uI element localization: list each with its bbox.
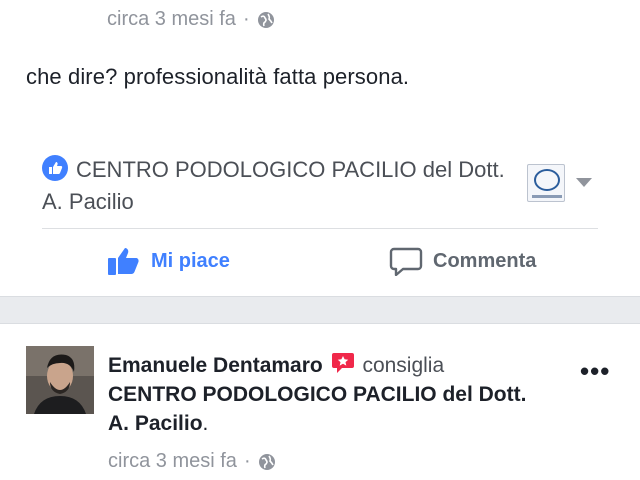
page-reference[interactable]: CENTRO PODOLOGICO PACILIO del Dott. A. P… — [42, 154, 512, 218]
like-button[interactable]: Mi piace — [107, 246, 230, 276]
thumbs-up-icon — [108, 248, 139, 275]
post-timestamp[interactable]: circa 3 mesi fa — [108, 450, 237, 473]
post-text: che dire? professionalità fatta persona. — [26, 64, 410, 89]
page-name-link[interactable]: CENTRO PODOLOGICO PACILIO del Dott. A. P… — [42, 157, 505, 214]
comment-button-label: Commenta — [433, 249, 537, 272]
feed-separator — [0, 296, 640, 324]
post-meta: circa 3 mesi fa · — [108, 450, 276, 473]
avatar[interactable] — [26, 346, 94, 414]
divider — [42, 228, 598, 229]
page-thumbnail[interactable] — [527, 164, 565, 202]
post-timestamp[interactable]: circa 3 mesi fa — [107, 8, 236, 31]
comment-button[interactable]: Commenta — [389, 246, 536, 276]
recommendation-icon — [331, 352, 355, 374]
recommendation-verb: consiglia — [362, 354, 445, 377]
recommended-page-link[interactable]: CENTRO PODOLOGICO PACILIO del Dott. A. P… — [108, 383, 526, 435]
post-meta: circa 3 mesi fa · — [107, 8, 275, 31]
like-button-label: Mi piace — [151, 249, 230, 272]
globe-icon — [258, 453, 276, 471]
author-name[interactable]: Emanuele Dentamaro — [108, 354, 323, 377]
meta-separator: · — [243, 450, 251, 472]
like-badge-icon — [42, 155, 68, 181]
globe-icon — [257, 11, 275, 29]
sentence-period: . — [202, 412, 209, 435]
meta-separator: · — [242, 8, 250, 30]
more-options-icon[interactable]: ••• — [580, 356, 610, 387]
recommendation-story: Emanuele Dentamaro consiglia CENTRO PODO… — [108, 351, 538, 438]
comment-icon — [389, 247, 423, 276]
chevron-down-icon[interactable] — [576, 178, 592, 187]
